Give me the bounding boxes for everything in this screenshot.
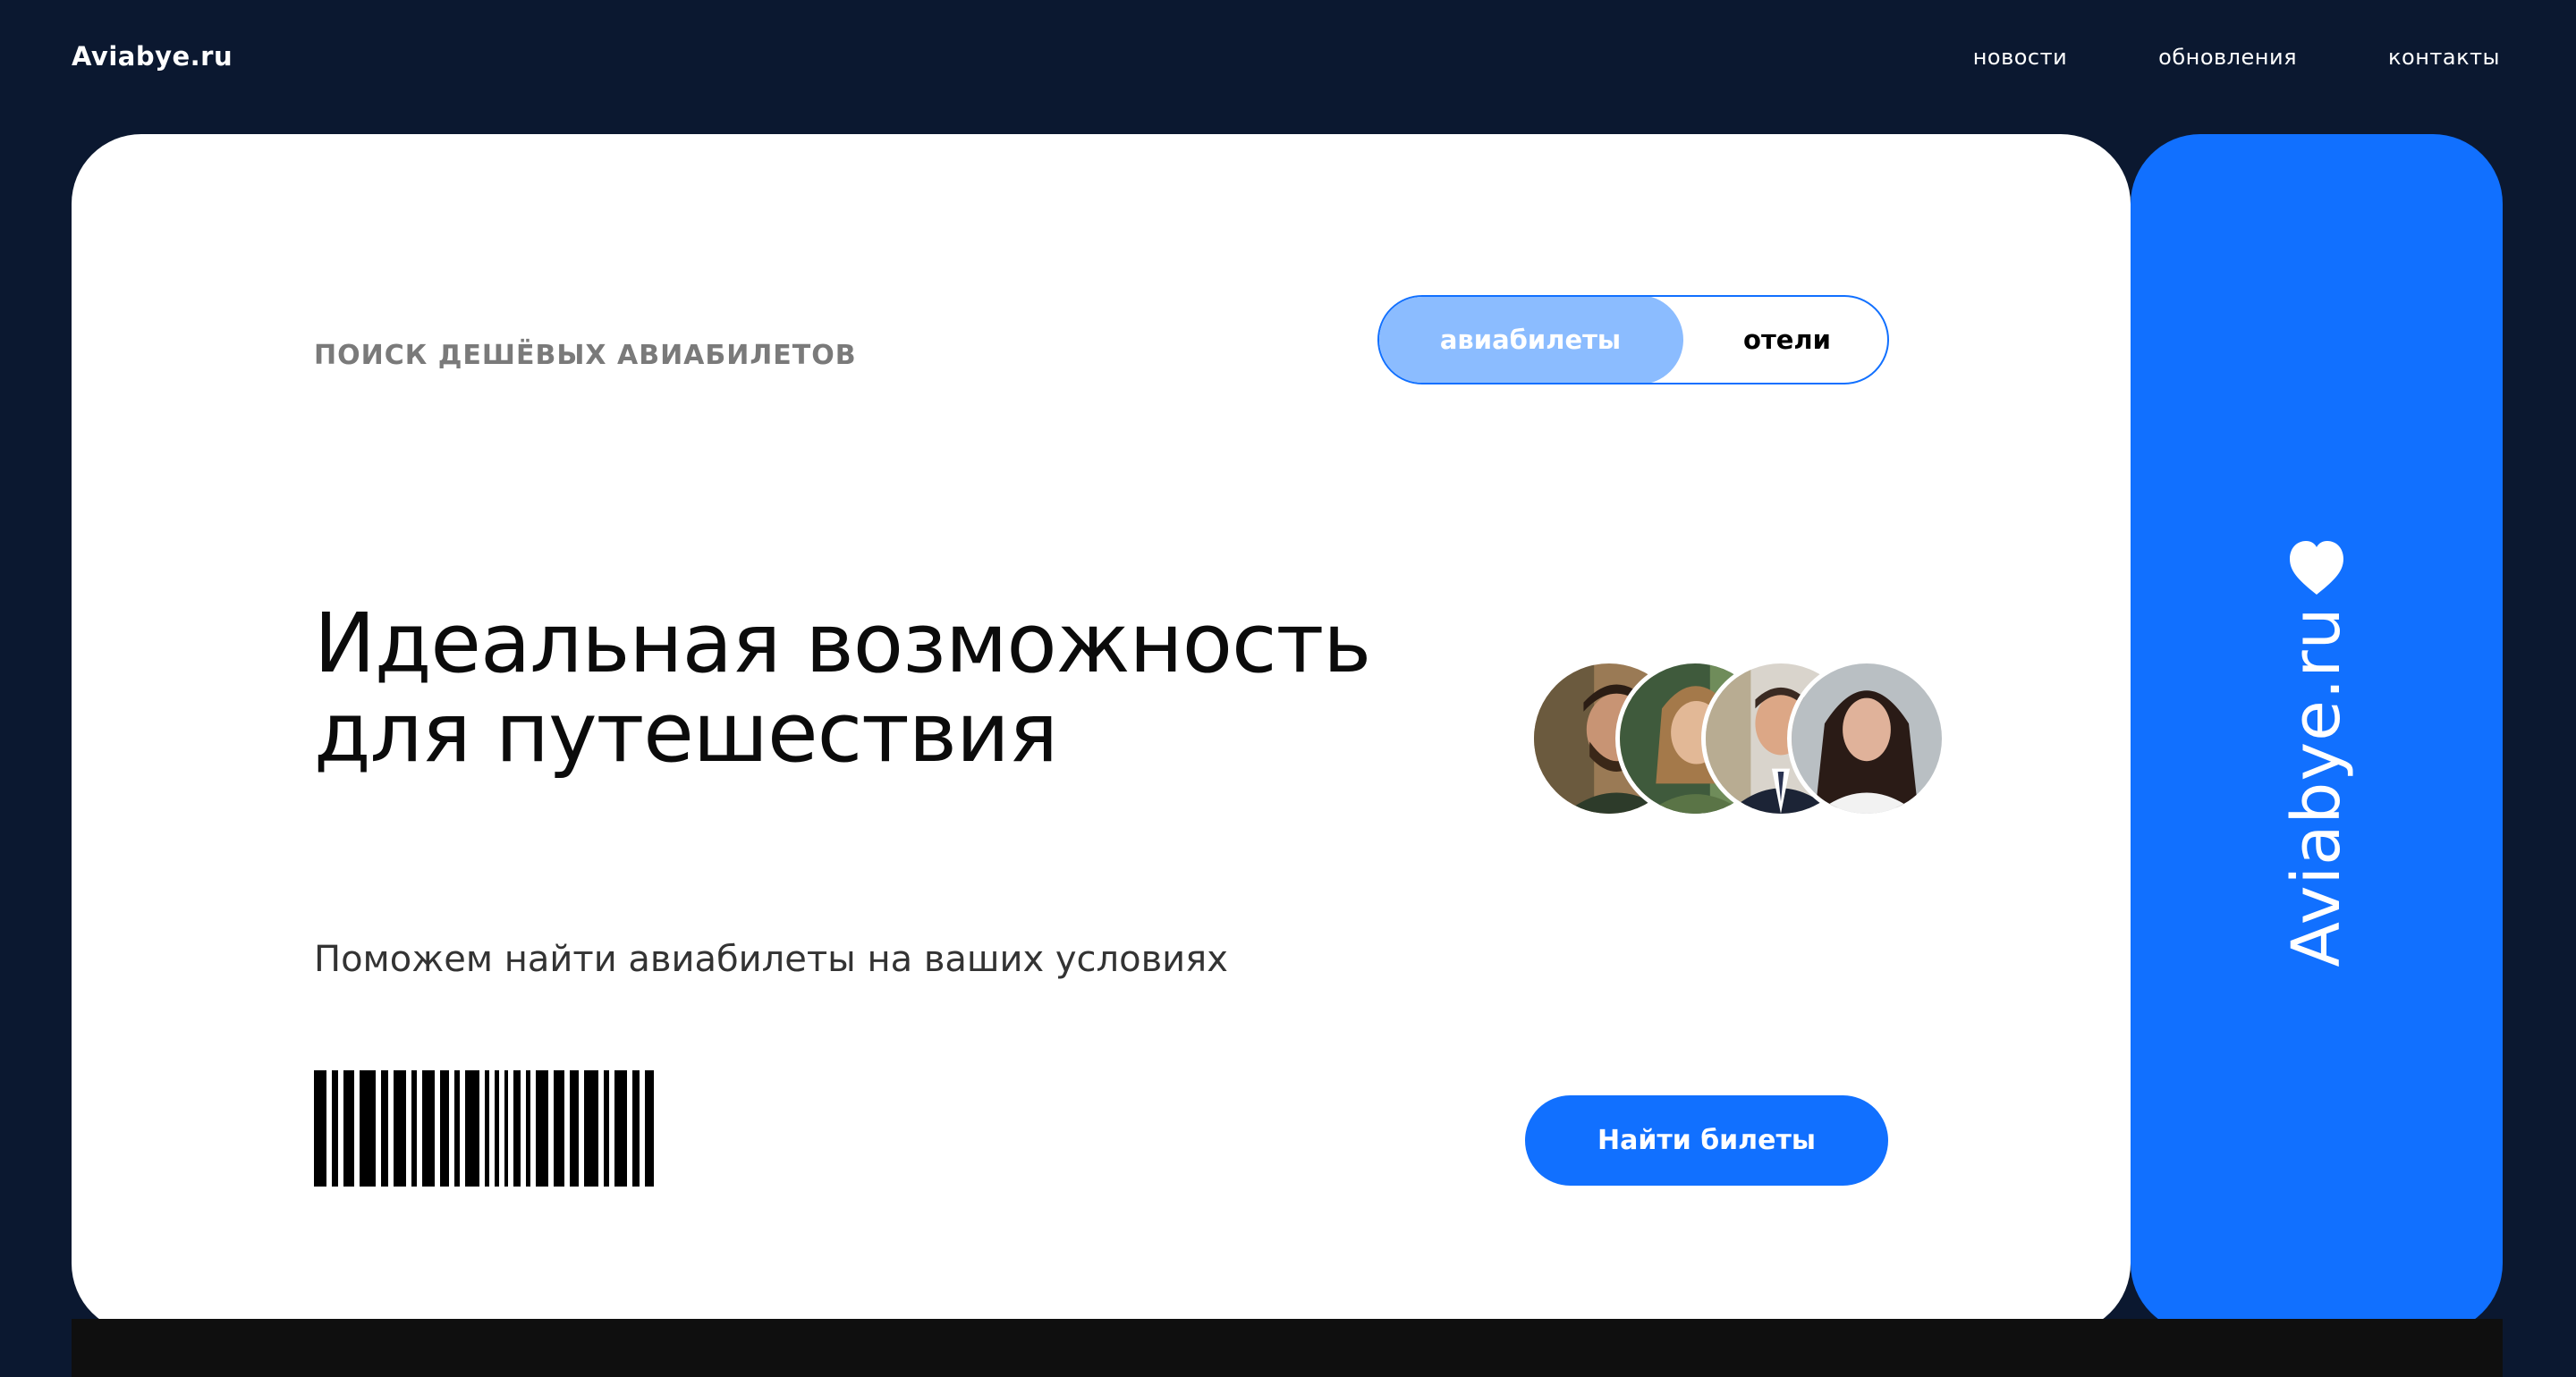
main-nav: новости обновления контакты: [1973, 45, 2500, 70]
barcode-icon: [314, 1070, 654, 1187]
hero-headline: Идеальная возможность для путешествия: [314, 599, 1477, 778]
toggle-flights[interactable]: авиабилеты: [1379, 297, 1683, 383]
stub-brand-text: Aviabye.ru: [2278, 606, 2355, 967]
section-eyebrow: ПОИСК ДЕШЁВЫХ АВИАБИЛЕТОВ: [314, 340, 857, 371]
nav-link-news[interactable]: новости: [1973, 45, 2067, 70]
heart-icon: [2290, 541, 2343, 595]
site-header: Aviabye.ru новости обновления контакты: [0, 0, 2576, 116]
page: Aviabye.ru новости обновления контакты П…: [0, 0, 2576, 1377]
toggle-hotels[interactable]: отели: [1683, 297, 1887, 383]
ticket-card: ПОИСК ДЕШЁВЫХ АВИАБИЛЕТОВ авиабилеты оте…: [72, 134, 2131, 1333]
person-avatar-dark-haired-woman: [1787, 659, 1946, 818]
search-type-toggle: авиабилеты отели: [1377, 295, 1889, 384]
site-logo[interactable]: Aviabye.ru: [72, 41, 233, 72]
headline-line-1: Идеальная возможность: [314, 596, 1371, 691]
footer-band: [72, 1319, 2503, 1377]
nav-link-updates[interactable]: обновления: [2158, 45, 2297, 70]
ticket-stub: Aviabye.ru: [2131, 134, 2503, 1333]
hero-subtitle: Поможем найти авиабилеты на ваших услови…: [314, 939, 1228, 980]
headline-line-2: для путешествия: [314, 685, 1058, 781]
nav-link-contacts[interactable]: контакты: [2388, 45, 2500, 70]
find-tickets-button[interactable]: Найти билеты: [1525, 1095, 1888, 1186]
